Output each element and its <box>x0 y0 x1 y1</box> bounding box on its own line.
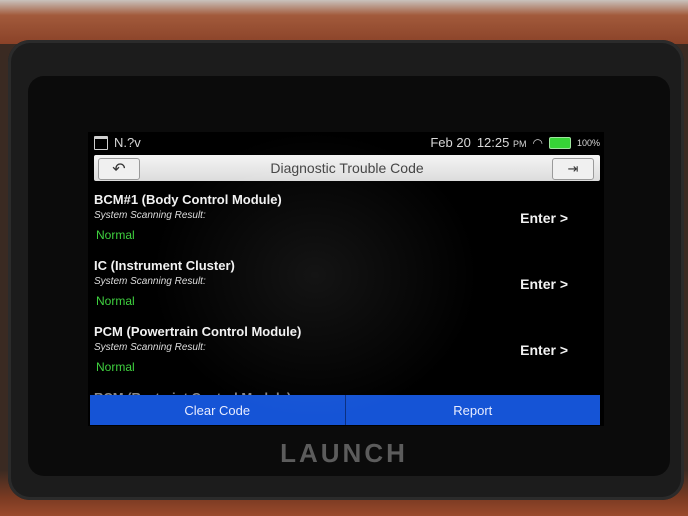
enter-button[interactable]: Enter > <box>520 210 568 226</box>
module-list: BCM#1 (Body Control Module) System Scann… <box>88 186 604 426</box>
module-scan-label: System Scanning Result: <box>94 210 206 221</box>
action-bar: Clear Code Report <box>90 395 600 425</box>
module-scan-label: System Scanning Result: <box>94 342 206 353</box>
report-button[interactable]: Report <box>346 395 601 425</box>
exit-button[interactable]: ⇥ <box>552 158 594 180</box>
wifi-icon: ◠ <box>532 135 543 150</box>
desk-surface-top <box>0 0 688 44</box>
title-bar: ↶ Diagnostic Trouble Code ⇥ <box>94 155 600 181</box>
module-item-bcm[interactable]: BCM#1 (Body Control Module) System Scann… <box>88 186 604 252</box>
module-scan-result: Normal <box>96 228 135 242</box>
enter-button[interactable]: Enter > <box>520 342 568 358</box>
battery-icon <box>548 136 571 149</box>
exit-icon: ⇥ <box>567 161 579 176</box>
status-date: Feb 20 <box>430 135 471 150</box>
enter-button[interactable]: Enter > <box>520 276 568 292</box>
display: N.?v Feb 20 12:25 PM ◠ 100% ↶ Diagnostic… <box>88 132 604 426</box>
battery-level: 100% <box>576 137 600 148</box>
status-ampm: PM <box>512 139 527 149</box>
brand-logo: LAUNCH <box>280 438 408 468</box>
status-left-text: N.?v <box>114 135 141 150</box>
module-name: IC (Instrument Cluster) <box>94 258 235 273</box>
module-scan-label: System Scanning Result: <box>94 276 206 287</box>
module-item-ic[interactable]: IC (Instrument Cluster) System Scanning … <box>88 252 604 318</box>
page-title: Diagnostic Trouble Code <box>270 160 424 176</box>
calendar-icon <box>94 135 108 150</box>
module-scan-result: Normal <box>96 360 135 374</box>
module-name: BCM#1 (Body Control Module) <box>94 192 282 207</box>
status-bar: N.?v Feb 20 12:25 PM ◠ 100% <box>88 132 604 154</box>
status-time: 12:25 <box>476 135 510 150</box>
module-name: PCM (Powertrain Control Module) <box>94 324 302 339</box>
module-scan-result: Normal <box>96 294 135 308</box>
clear-code-button[interactable]: Clear Code <box>90 395 345 425</box>
module-item-pcm[interactable]: PCM (Powertrain Control Module) System S… <box>88 318 604 384</box>
